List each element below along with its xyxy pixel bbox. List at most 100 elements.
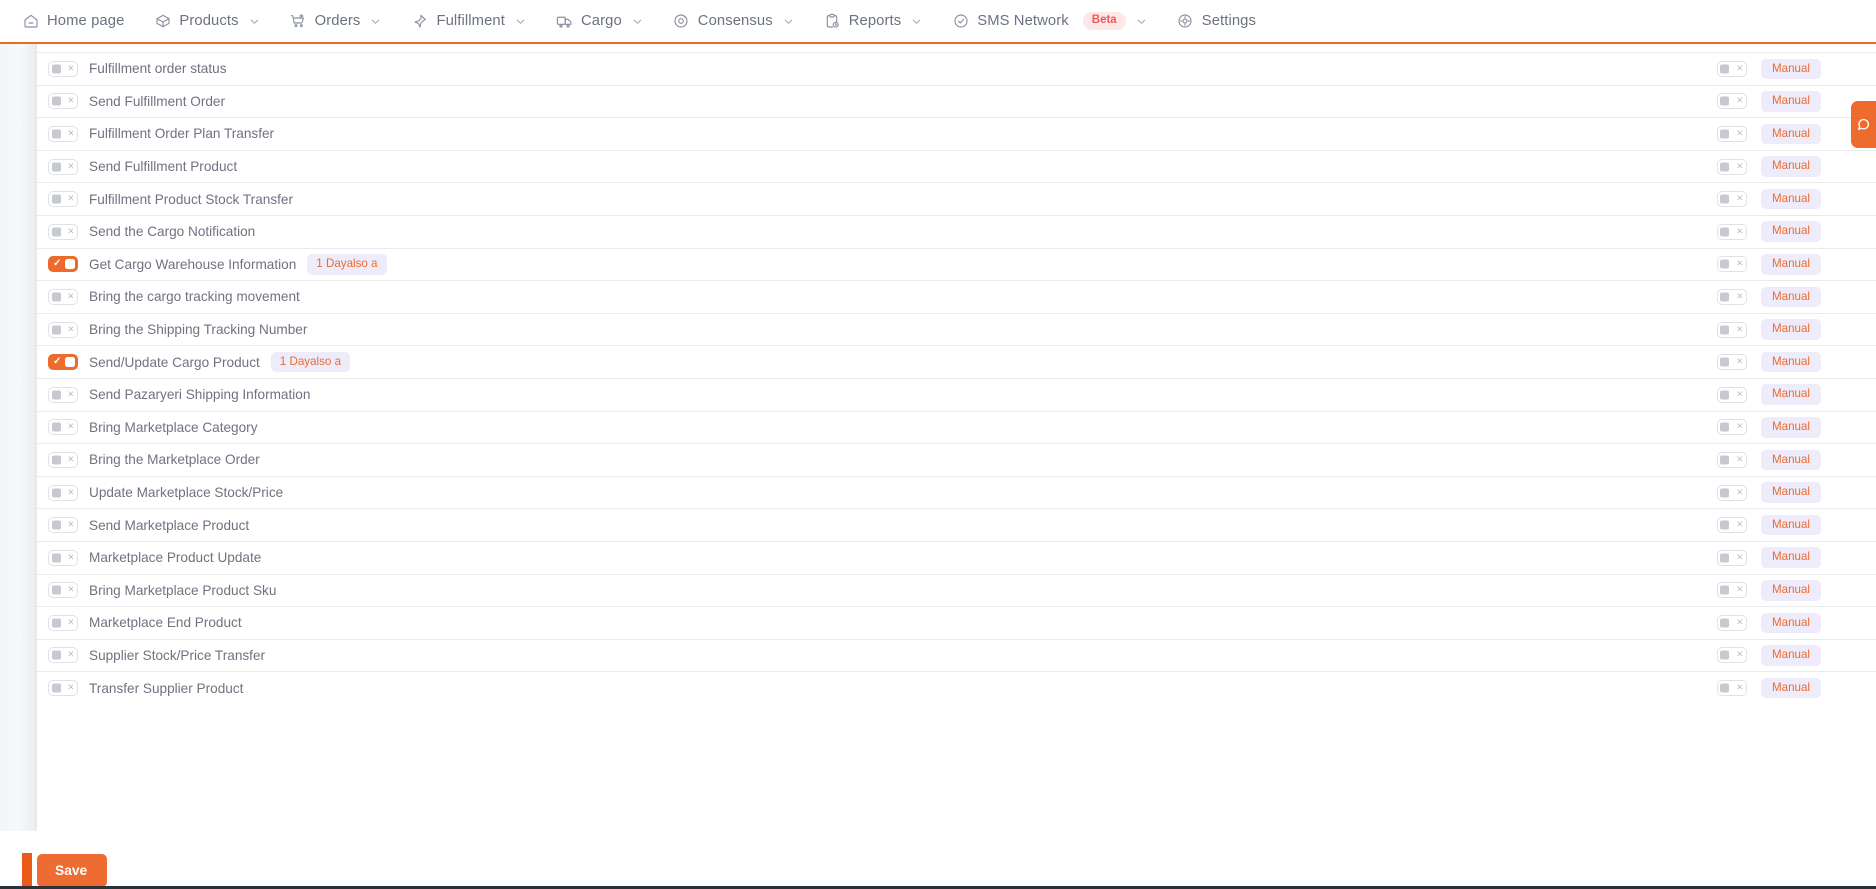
chevron-down-icon[interactable] (632, 16, 643, 27)
row-mode-badge[interactable]: Manual (1760, 123, 1821, 145)
row-enable-toggle[interactable] (48, 484, 78, 501)
row-enable-toggle[interactable] (48, 256, 78, 273)
nav-item-consensus[interactable]: Consensus (673, 0, 808, 42)
row-enable-toggle[interactable] (48, 321, 78, 338)
row-label: Fulfillment Order Plan Transfer (89, 126, 275, 142)
row-manual-toggle[interactable] (1716, 484, 1747, 501)
row-manual-toggle[interactable] (1716, 256, 1747, 273)
row-right-group: Manual (1716, 514, 1856, 536)
row-mode-badge[interactable]: Manual (1760, 254, 1821, 275)
row-mode-badge[interactable]: Manual (1760, 91, 1821, 112)
row-enable-toggle[interactable] (48, 158, 78, 175)
chevron-down-icon[interactable] (1136, 16, 1147, 27)
nav-item-cargo[interactable]: Cargo (556, 0, 657, 42)
row-mode-badge[interactable]: Manual (1760, 156, 1821, 177)
table-row: Bring the Marketplace Order Manual (37, 443, 1876, 476)
row-label: Send Marketplace Product (89, 517, 250, 533)
row-mode-badge[interactable]: Manual (1760, 417, 1821, 438)
row-manual-toggle[interactable] (1716, 517, 1747, 534)
row-mode-badge[interactable]: Manual (1760, 188, 1821, 210)
row-left-group: Fulfillment Product Stock Transfer (48, 191, 1717, 208)
row-mode-badge[interactable]: Manual (1760, 319, 1821, 340)
row-manual-toggle[interactable] (1716, 680, 1747, 697)
beta-badge: Beta (1082, 11, 1126, 31)
row-mode-badge[interactable]: Manual (1760, 645, 1821, 666)
chevron-down-icon[interactable] (783, 16, 794, 27)
nav-item-home-page[interactable]: Home page (22, 0, 138, 42)
nav-item-products[interactable]: Products (154, 0, 273, 42)
row-mode-badge[interactable]: Manual (1760, 449, 1821, 471)
table-row: Supplier Stock/Price Transfer Manual (37, 638, 1876, 672)
nav-item-label: Products (179, 13, 239, 29)
row-mode-badge[interactable]: Manual (1760, 58, 1821, 80)
row-manual-toggle[interactable] (1716, 614, 1747, 631)
row-enable-toggle[interactable] (48, 354, 78, 371)
row-manual-toggle[interactable] (1716, 158, 1747, 175)
row-manual-toggle[interactable] (1716, 549, 1747, 566)
row-mode-badge[interactable]: Manual (1760, 384, 1821, 406)
table-row: Transfer Supplier Product Manual (37, 671, 1876, 704)
row-left-group: Bring Marketplace Category (48, 419, 1717, 436)
chevron-down-icon[interactable] (515, 16, 526, 27)
row-manual-toggle[interactable] (1716, 288, 1747, 305)
table-row: Send the Cargo Notification Manual (37, 214, 1876, 248)
row-mode-badge[interactable]: Manual (1760, 482, 1821, 503)
row-manual-toggle[interactable] (1716, 93, 1747, 110)
table-row: Send Pazaryeri Shipping Information Manua… (37, 377, 1876, 411)
row-enable-toggle[interactable] (48, 517, 78, 534)
row-enable-toggle[interactable] (48, 288, 78, 305)
row-enable-toggle[interactable] (48, 582, 78, 599)
row-frequency-badge[interactable]: 1 Dayalso a (307, 254, 387, 275)
row-mode-badge[interactable]: Manual (1760, 514, 1821, 536)
row-mode-badge[interactable]: Manual (1760, 286, 1821, 308)
row-enable-toggle[interactable] (48, 680, 78, 697)
row-frequency-badge[interactable]: 1 Dayalso a (270, 351, 351, 373)
nav-item-sms-network[interactable]: SMS Network Beta (952, 0, 1160, 42)
nav-item-fulfillment[interactable]: Fulfillment (411, 0, 540, 42)
row-label: Fulfillment Product Stock Transfer (89, 191, 293, 207)
row-manual-toggle[interactable] (1716, 419, 1747, 436)
row-mode-badge[interactable]: Manual (1760, 677, 1821, 699)
row-enable-toggle[interactable] (48, 93, 78, 110)
row-manual-toggle[interactable] (1716, 386, 1747, 403)
nav-item-label: Consensus (697, 13, 773, 29)
row-enable-toggle[interactable] (48, 614, 78, 631)
row-right-group: Manual (1716, 123, 1856, 145)
row-mode-badge[interactable]: Manual (1760, 547, 1821, 568)
row-right-group: Manual (1716, 384, 1856, 406)
row-label: Transfer Supplier Product (89, 680, 244, 696)
row-manual-toggle[interactable] (1716, 191, 1747, 208)
row-enable-toggle[interactable] (48, 549, 78, 566)
chevron-down-icon[interactable] (370, 16, 381, 27)
nav-item-reports[interactable]: Reports (824, 0, 937, 42)
row-mode-badge[interactable]: Manual (1760, 221, 1821, 243)
row-enable-toggle[interactable] (48, 451, 78, 468)
row-manual-toggle[interactable] (1716, 321, 1747, 338)
row-manual-toggle[interactable] (1716, 125, 1747, 142)
support-tab-button[interactable] (1851, 101, 1876, 148)
row-enable-toggle[interactable] (48, 386, 78, 403)
table-row: Send Fulfillment Product Manual (37, 149, 1876, 183)
row-enable-toggle[interactable] (48, 647, 78, 664)
row-manual-toggle[interactable] (1716, 60, 1747, 77)
table-row: Fulfillment order status Manual (37, 52, 1876, 85)
row-mode-badge[interactable]: Manual (1760, 580, 1821, 601)
row-manual-toggle[interactable] (1716, 647, 1747, 664)
row-manual-toggle[interactable] (1716, 223, 1747, 240)
row-enable-toggle[interactable] (48, 191, 78, 208)
save-button[interactable]: Save (37, 854, 107, 887)
chevron-down-icon[interactable] (911, 16, 922, 27)
row-mode-badge[interactable]: Manual (1760, 612, 1821, 634)
row-enable-toggle[interactable] (48, 125, 78, 142)
chevron-down-icon[interactable] (249, 16, 260, 27)
row-enable-toggle[interactable] (48, 223, 78, 240)
row-enable-toggle[interactable] (48, 60, 78, 77)
row-manual-toggle[interactable] (1716, 354, 1747, 371)
row-right-group: Manual (1716, 286, 1856, 308)
nav-item-orders[interactable]: Orders (290, 0, 396, 42)
row-manual-toggle[interactable] (1716, 451, 1747, 468)
row-manual-toggle[interactable] (1716, 582, 1747, 599)
row-mode-badge[interactable]: Manual (1760, 351, 1821, 373)
row-enable-toggle[interactable] (48, 419, 78, 436)
nav-item-settings[interactable]: Settings (1177, 0, 1270, 42)
